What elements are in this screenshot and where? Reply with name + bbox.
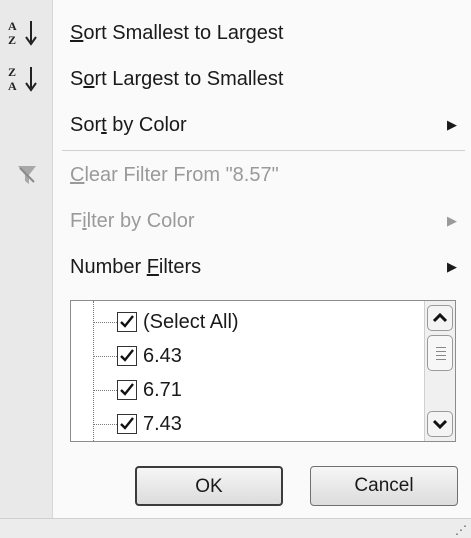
scroll-thumb[interactable] [427, 335, 453, 371]
svg-text:Z: Z [8, 65, 16, 79]
menu-item-number-filters[interactable]: Number Filters ▶ [0, 244, 471, 290]
list-item-label: 6.43 [143, 345, 182, 367]
chevron-up-icon [432, 312, 448, 323]
sort-asc-label: Sort Smallest to Largest [70, 22, 284, 44]
autofilter-menu: A Z Sort Smallest to Largest Z A Sort La… [0, 0, 471, 538]
tree-branch [93, 390, 117, 391]
list-item[interactable]: 6.71 [71, 373, 421, 407]
tree-branch [93, 322, 117, 323]
clear-filter-label: Clear Filter From "8.57" [70, 164, 279, 186]
menu-item-clear-filter[interactable]: Clear Filter From "8.57" [0, 152, 471, 198]
checkmark-icon [120, 349, 134, 362]
svg-text:Z: Z [8, 33, 16, 47]
checkmark-icon [120, 383, 134, 396]
vertical-scrollbar[interactable] [424, 301, 455, 441]
scroll-up-button[interactable] [427, 305, 453, 331]
list-item[interactable]: 6.43 [71, 339, 421, 373]
sort-z-to-a-icon: Z A [8, 65, 37, 93]
resize-grip-icon[interactable]: ⋰ [455, 524, 467, 536]
ok-button[interactable]: OK [135, 466, 283, 506]
cancel-button[interactable]: Cancel [310, 466, 458, 506]
tree-branch [93, 424, 117, 425]
separator [62, 150, 465, 151]
checkbox-checked[interactable] [117, 414, 137, 434]
grip-line [436, 347, 446, 348]
svg-text:A: A [8, 19, 17, 33]
sort-desc-label: Sort Largest to Smallest [70, 68, 284, 90]
number-filters-label: Number Filters [70, 256, 202, 278]
list-item-select-all[interactable]: (Select All) [71, 305, 421, 339]
scroll-down-button[interactable] [427, 411, 453, 437]
list-item-label: 7.43 [143, 413, 182, 435]
list-item-label: (Select All) [143, 311, 239, 333]
grip-line [436, 355, 446, 356]
submenu-arrow-icon: ▶ [447, 213, 457, 228]
svg-text:A: A [8, 79, 17, 93]
menu-item-sort-smallest-to-largest[interactable]: A Z Sort Smallest to Largest [0, 10, 471, 56]
filter-by-color-label: Filter by Color [70, 210, 195, 232]
list-item-label: 6.71 [143, 379, 182, 401]
menu-item-filter-by-color[interactable]: Filter by Color ▶ [0, 198, 471, 244]
chevron-down-icon [432, 419, 448, 430]
checkbox-checked[interactable] [117, 380, 137, 400]
grip-line [436, 359, 446, 360]
resize-bar: ⋰ [0, 518, 471, 538]
checkmark-icon [120, 417, 134, 430]
menu-item-sort-largest-to-smallest[interactable]: Z A Sort Largest to Smallest [0, 56, 471, 102]
tree-branch [93, 356, 117, 357]
checkbox-checked[interactable] [117, 346, 137, 366]
submenu-arrow-icon: ▶ [447, 259, 457, 274]
sort-by-color-label: Sort by Color [70, 114, 187, 136]
filter-values-list[interactable]: (Select All) 6.43 6.71 7.43 [70, 300, 456, 442]
clear-filter-icon [18, 166, 36, 184]
sort-a-to-z-icon: A Z [8, 19, 37, 47]
list-item[interactable]: 7.43 [71, 407, 421, 441]
submenu-arrow-icon: ▶ [447, 117, 457, 132]
grip-line [436, 351, 446, 352]
menu-item-sort-by-color[interactable]: Sort by Color ▶ [0, 102, 471, 148]
checkbox-checked[interactable] [117, 312, 137, 332]
checkmark-icon [120, 315, 134, 328]
